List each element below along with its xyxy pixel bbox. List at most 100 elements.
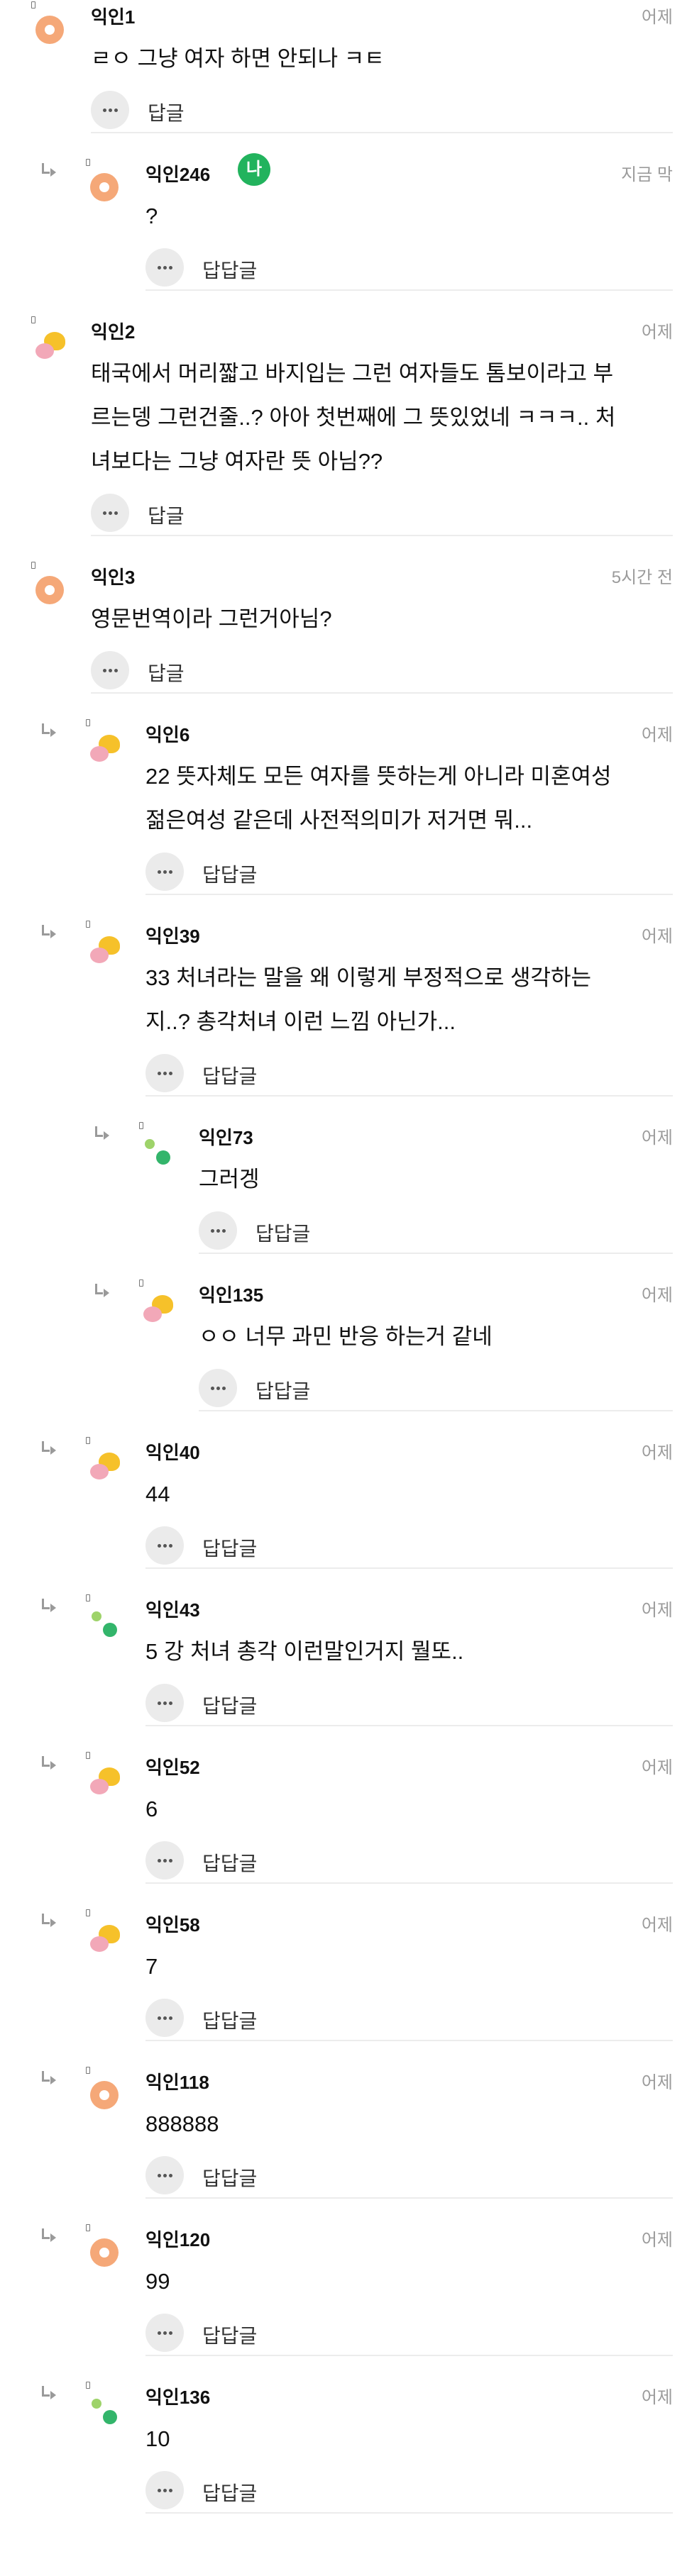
more-dots-icon[interactable]: [145, 248, 184, 287]
more-dots-icon[interactable]: [145, 2314, 184, 2352]
broken-image-icon: [31, 1, 35, 9]
more-dots-icon[interactable]: [145, 1526, 184, 1565]
commenter-name: 익인6: [145, 724, 190, 745]
comment-divider: [145, 1567, 673, 1569]
avatar[interactable]: [89, 1765, 120, 1796]
comment-text-line: 22 뜻자체도 모든 여자를 뜻하는게 아니라 미혼여성: [145, 764, 612, 789]
commenter-name: 익인43: [145, 1599, 200, 1621]
more-dots-icon[interactable]: [145, 1999, 184, 2037]
comment-divider: [91, 535, 673, 536]
comment-timestamp: 어제: [641, 1443, 673, 1462]
comment-text-line: 태국에서 머리짧고 바지입는 그런 여자들도 톰보이라고 부: [91, 361, 614, 386]
more-dots-icon[interactable]: [199, 1369, 237, 1407]
reply-button[interactable]: 답글: [148, 98, 185, 126]
comment-text-line: 888888: [145, 2111, 219, 2136]
comment-timestamp: 5시간 전: [611, 568, 673, 587]
commenter-name: 익인40: [145, 1442, 200, 1463]
avatar[interactable]: [34, 329, 65, 360]
more-dots-icon[interactable]: [145, 1684, 184, 1722]
comment-item: 익인43 어제 5 강 처녀 총각 이런말인거지 뭘또.. 답답글: [0, 1593, 687, 1750]
avatar[interactable]: [89, 1607, 120, 1638]
reply-button[interactable]: 답답글: [202, 1691, 257, 1719]
comment-divider: [145, 2355, 673, 2356]
broken-image-icon: [31, 316, 35, 323]
commenter-name: 익인3: [91, 567, 136, 588]
reply-arrow-icon: [40, 1756, 56, 1770]
avatar[interactable]: [89, 2080, 120, 2111]
comment-divider: [145, 289, 673, 291]
more-dots-icon[interactable]: [91, 91, 129, 129]
reply-button[interactable]: 답답글: [202, 2163, 257, 2192]
comment-content: 익인73 어제 그러겡 답답글: [0, 1121, 687, 1278]
reply-button[interactable]: 답글: [148, 501, 185, 529]
commenter-name: 익인246: [145, 164, 211, 185]
broken-image-icon: [86, 719, 90, 726]
reply-arrow-icon: [40, 1441, 56, 1455]
comment-text-line: 33 처녀라는 말을 왜 이렇게 부정적으로 생각하는: [145, 965, 592, 990]
my-comment-badge: 나: [238, 153, 270, 186]
avatar[interactable]: [89, 732, 120, 763]
avatar[interactable]: [142, 1292, 173, 1323]
more-dots-icon[interactable]: [145, 853, 184, 891]
avatar[interactable]: [34, 14, 65, 45]
reply-button[interactable]: 답답글: [202, 2321, 257, 2349]
avatar[interactable]: [142, 1135, 173, 1166]
reply-arrow-icon: [40, 2228, 56, 2242]
reply-button[interactable]: 답답글: [202, 1061, 257, 1089]
comment-item: 익인73 어제 그러겡 답답글: [0, 1121, 687, 1278]
broken-image-icon: [86, 2067, 90, 2074]
comment-timestamp: 어제: [641, 1916, 673, 1935]
avatar[interactable]: [89, 2394, 120, 2426]
avatar[interactable]: [89, 172, 120, 203]
reply-button[interactable]: 답글: [148, 658, 185, 687]
reply-button[interactable]: 답답글: [202, 860, 257, 888]
avatar[interactable]: [89, 2237, 120, 2268]
more-dots-icon[interactable]: [145, 2156, 184, 2194]
reply-button[interactable]: 답답글: [202, 1848, 257, 1877]
comment-content: 익인3 5시간 전 영문번역이라 그런거아님? 답글: [0, 560, 687, 718]
comment-divider: [145, 2197, 673, 2199]
reply-button[interactable]: 답답글: [255, 1376, 310, 1404]
comment-text-line: 10: [145, 2426, 170, 2451]
reply-button[interactable]: 답답글: [202, 1533, 257, 1562]
more-dots-icon[interactable]: [145, 1841, 184, 1880]
broken-image-icon: [86, 2224, 90, 2231]
comment-content: 익인6 어제 22 뜻자체도 모든 여자를 뜻하는게 아니라 미혼여성 젊은여성 같은…: [0, 718, 687, 919]
avatar[interactable]: [89, 933, 120, 965]
reply-arrow-icon: [40, 163, 56, 177]
reply-button[interactable]: 답답글: [202, 2006, 257, 2034]
reply-button[interactable]: 답답글: [255, 1218, 310, 1247]
broken-image-icon: [86, 1752, 90, 1759]
avatar[interactable]: [89, 1450, 120, 1481]
comment-list: 익인1 어제 ㄹㅇ 그냥 여자 하면 안되나 ㅋㅌ 답글 익인246 나 지금 막? 답답글 익…: [0, 0, 687, 2538]
comment-item: 익인6 어제 22 뜻자체도 모든 여자를 뜻하는게 아니라 미혼여성 젊은여성 같은…: [0, 718, 687, 919]
broken-image-icon: [86, 1909, 90, 1916]
more-dots-icon[interactable]: [145, 2471, 184, 2509]
reply-arrow-icon: [40, 1599, 56, 1612]
commenter-name: 익인73: [199, 1127, 253, 1148]
reply-button[interactable]: 답답글: [202, 2478, 257, 2506]
more-dots-icon[interactable]: [91, 494, 129, 532]
comment-timestamp: 어제: [641, 927, 673, 946]
avatar[interactable]: [89, 1922, 120, 1953]
comment-timestamp: 어제: [641, 1601, 673, 1620]
comment-content: 익인43 어제 5 강 처녀 총각 이런말인거지 뭘또.. 답답글: [0, 1593, 687, 1750]
comment-timestamp: 어제: [641, 726, 673, 745]
avatar[interactable]: [34, 574, 65, 606]
comment-item: 익인136 어제 10 답답글: [0, 2380, 687, 2538]
more-dots-icon[interactable]: [199, 1211, 237, 1250]
reply-button[interactable]: 답답글: [202, 255, 257, 284]
comment-divider: [91, 692, 673, 694]
comment-text-line: 99: [145, 2269, 170, 2294]
comment-text-line: 6: [145, 1797, 158, 1821]
commenter-name: 익인1: [91, 6, 136, 28]
comment-item: 익인246 나 지금 막? 답답글: [0, 153, 687, 315]
comment-item: 익인120 어제 99 답답글: [0, 2223, 687, 2380]
commenter-name: 익인39: [145, 926, 200, 947]
more-dots-icon[interactable]: [145, 1054, 184, 1092]
commenter-name: 익인118: [145, 2072, 209, 2093]
commenter-name: 익인2: [91, 321, 136, 343]
comment-content: 익인136 어제 10 답답글: [0, 2380, 687, 2538]
comment-text-line: 그러겡: [199, 1167, 260, 1192]
more-dots-icon[interactable]: [91, 651, 129, 689]
